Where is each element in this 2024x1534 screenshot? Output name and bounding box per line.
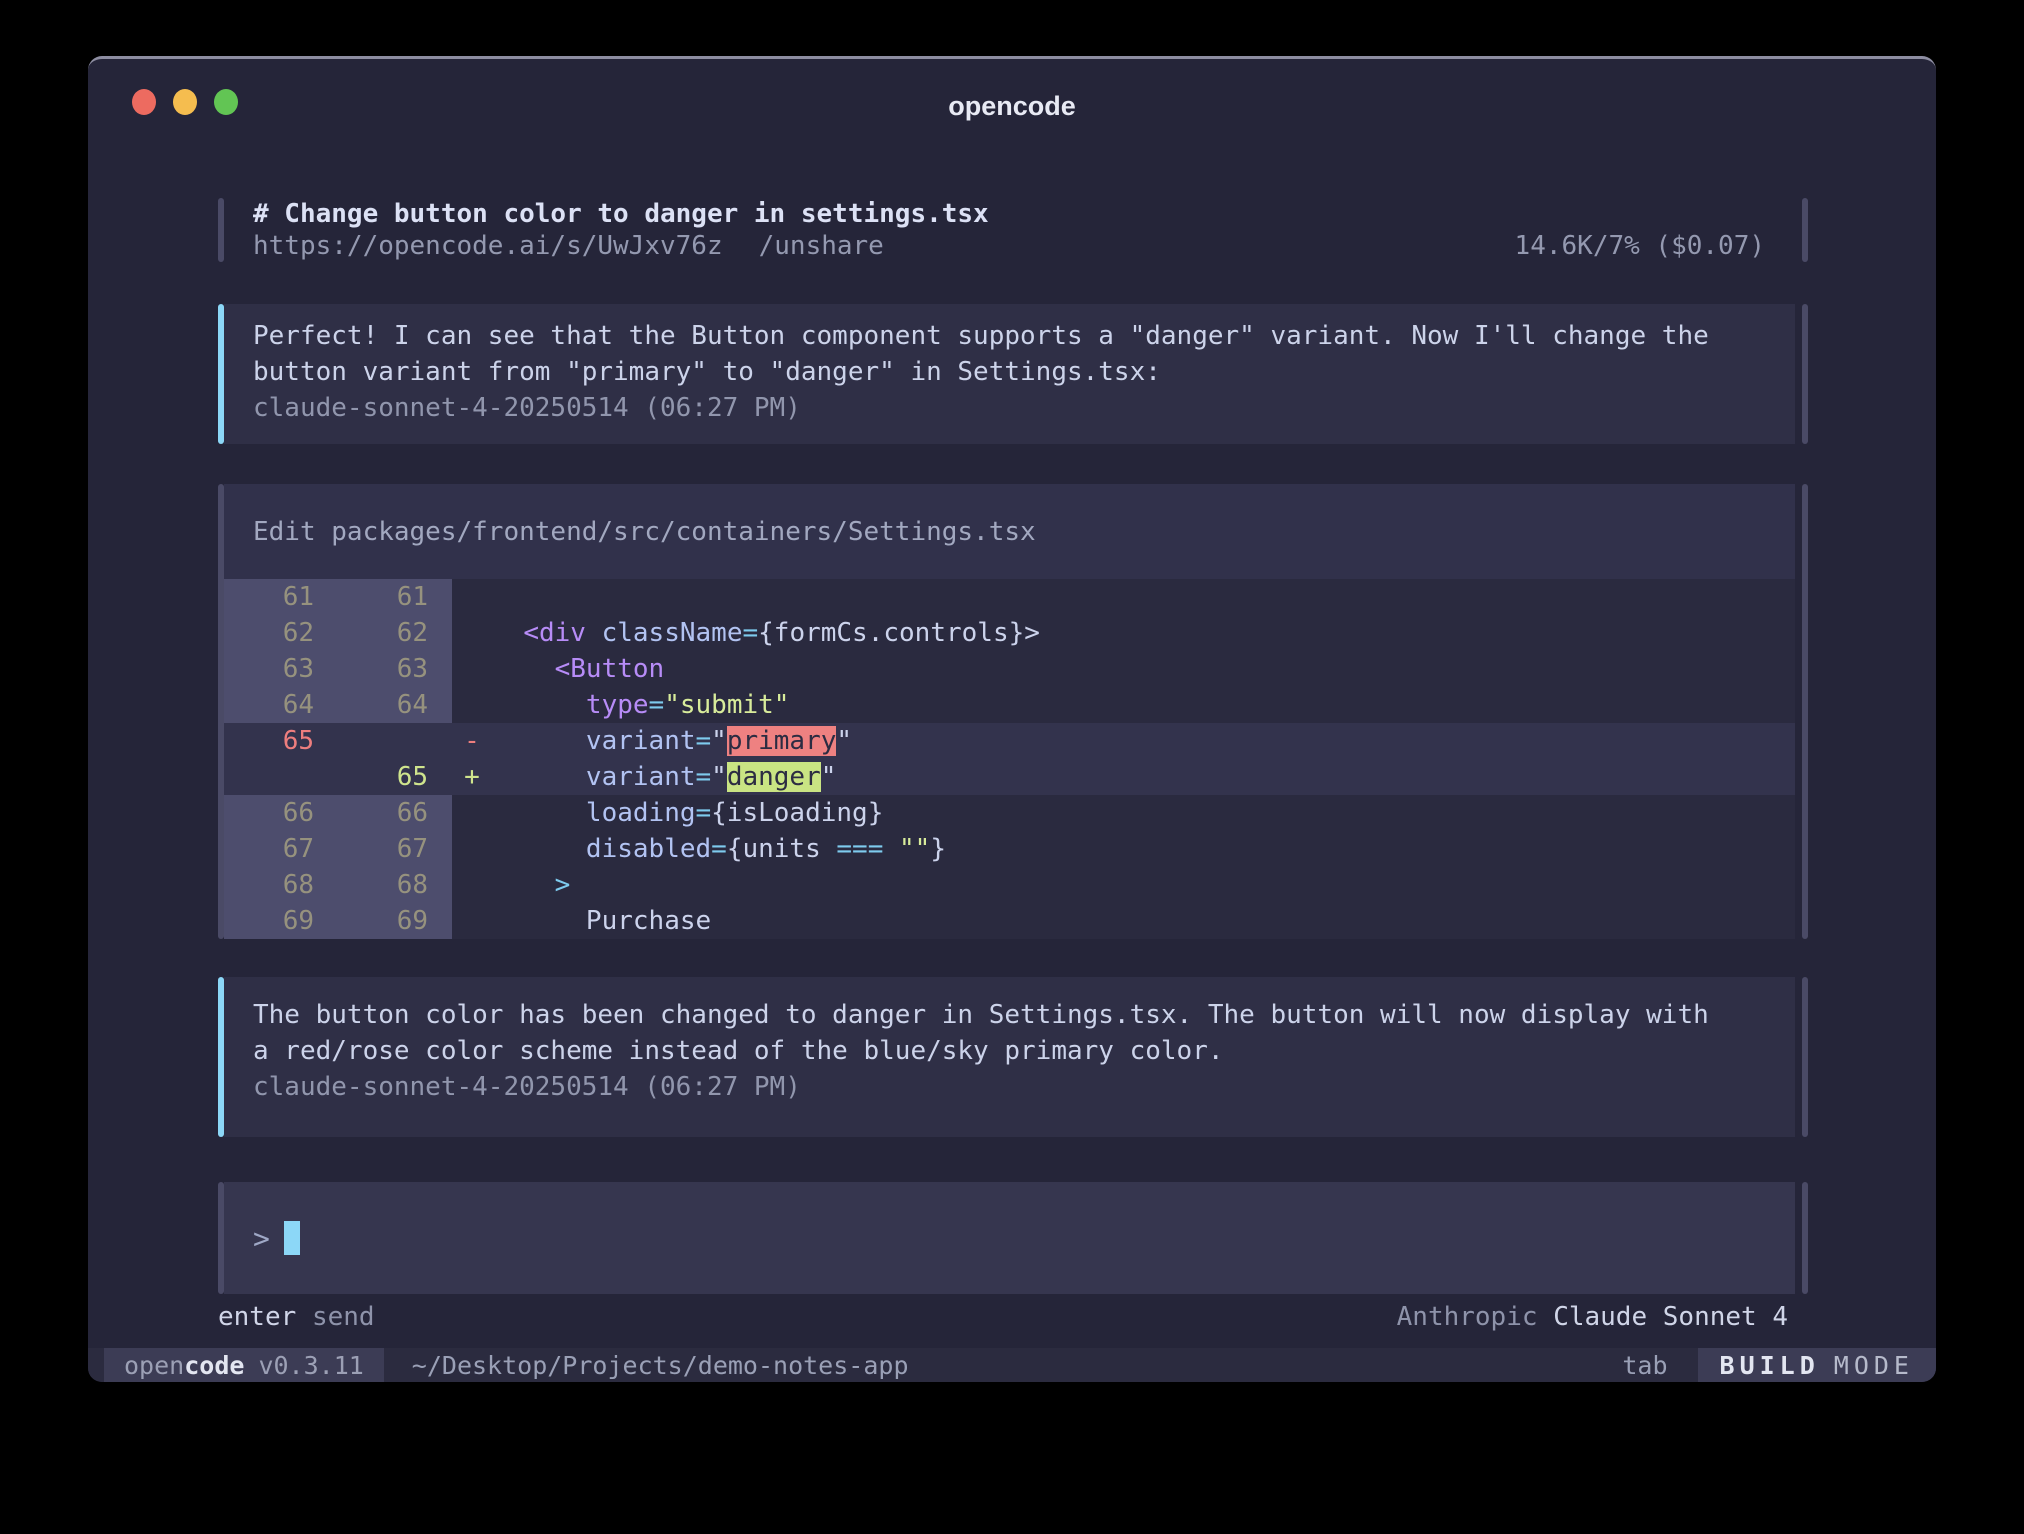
diff-row: 65 - variant="primary" bbox=[224, 723, 1795, 759]
diff-row: 6969 Purchase bbox=[224, 903, 1795, 939]
status-bar: opencode v0.3.11 ~/Desktop/Projects/demo… bbox=[88, 1348, 1936, 1382]
diff-row: 6767 disabled={units === ""} bbox=[224, 831, 1795, 867]
send-hint-key: enter bbox=[218, 1302, 296, 1332]
assistant-message: Perfect! I can see that the Button compo… bbox=[218, 304, 1808, 444]
diff-row: 65+ variant="danger" bbox=[224, 759, 1795, 795]
session-header: # Change button color to danger in setti… bbox=[218, 198, 1808, 262]
diff-code-line: type="submit" bbox=[492, 687, 789, 723]
diff-new-line-number: 63 bbox=[338, 651, 452, 687]
diff-new-line-number: 67 bbox=[338, 831, 452, 867]
text-cursor bbox=[284, 1221, 300, 1255]
diff-code-line: loading={isLoading} bbox=[492, 795, 883, 831]
session-content: # Change button color to danger in setti… bbox=[88, 139, 1936, 1332]
app-name-bold: code bbox=[184, 1351, 244, 1380]
diff-change-marker: - bbox=[452, 723, 492, 759]
diff-row: 6262 <div className={formCs.controls}> bbox=[224, 615, 1795, 651]
send-hint: enter send bbox=[218, 1302, 375, 1332]
diff-code-line: <Button bbox=[492, 651, 664, 687]
diff-code-line: disabled={units === ""} bbox=[492, 831, 946, 867]
diff-code-line: <div className={formCs.controls}> bbox=[492, 615, 1040, 651]
diff-code-line: variant="danger" bbox=[492, 759, 836, 795]
app-window: opencode # Change button color to danger… bbox=[88, 56, 1936, 1382]
model-indicator: Anthropic Claude Sonnet 4 bbox=[1397, 1302, 1788, 1332]
mode-switch-key-hint: tab bbox=[1622, 1351, 1667, 1380]
diff-old-line-number: 68 bbox=[224, 867, 338, 903]
right-border-bar bbox=[1802, 198, 1808, 262]
message-line: button variant from "primary" to "danger… bbox=[253, 354, 1795, 390]
right-border-bar bbox=[1802, 977, 1808, 1137]
prompt-chevron: > bbox=[253, 1222, 270, 1255]
diff-new-line-number: 65 bbox=[338, 759, 452, 795]
diff-old-line-number: 65 bbox=[224, 723, 338, 759]
edit-tool-block: Edit packages/frontend/src/containers/Se… bbox=[218, 484, 1808, 939]
message-line: The button color has been changed to dan… bbox=[253, 997, 1795, 1033]
diff-new-line-number: 62 bbox=[338, 615, 452, 651]
prompt-input[interactable]: > bbox=[224, 1182, 1795, 1294]
diff-new-line-number: 61 bbox=[338, 579, 452, 615]
hints-row: enter send Anthropic Claude Sonnet 4 bbox=[218, 1302, 1808, 1332]
edit-tool-title: Edit packages/frontend/src/containers/Se… bbox=[224, 484, 1795, 579]
titlebar: opencode bbox=[88, 59, 1936, 139]
unshare-link[interactable]: /unshare bbox=[759, 230, 884, 262]
send-hint-label: send bbox=[312, 1302, 375, 1332]
token-usage: 14.6K/7% ($0.07) bbox=[1515, 230, 1765, 262]
diff-new-line-number: 69 bbox=[338, 903, 452, 939]
diff-row: 6666 loading={isLoading} bbox=[224, 795, 1795, 831]
right-border-bar bbox=[1802, 304, 1808, 444]
app-version: v0.3.11 bbox=[258, 1351, 363, 1380]
diff-old-line-number: 63 bbox=[224, 651, 338, 687]
diff-new-line-number: 68 bbox=[338, 867, 452, 903]
diff-old-line-number: 62 bbox=[224, 615, 338, 651]
diff-old-line-number: 69 bbox=[224, 903, 338, 939]
prompt-input-block: > bbox=[218, 1182, 1808, 1294]
message-meta: claude-sonnet-4-20250514 (06:27 PM) bbox=[253, 1069, 1795, 1105]
working-directory: ~/Desktop/Projects/demo-notes-app bbox=[412, 1351, 909, 1380]
message-line: a red/rose color scheme instead of the b… bbox=[253, 1033, 1795, 1069]
diff-change-marker: + bbox=[452, 759, 492, 795]
diff-old-line-number bbox=[224, 759, 338, 795]
window-title: opencode bbox=[88, 91, 1936, 122]
diff-old-line-number: 67 bbox=[224, 831, 338, 867]
diff-table: 61616262 <div className={formCs.controls… bbox=[224, 579, 1795, 939]
app-name-normal: open bbox=[124, 1351, 184, 1380]
app-version-chip: opencode v0.3.11 bbox=[104, 1348, 384, 1382]
model-provider: Anthropic bbox=[1397, 1302, 1538, 1332]
diff-old-line-number: 66 bbox=[224, 795, 338, 831]
mode-chip: BUILD MODE bbox=[1698, 1348, 1936, 1382]
assistant-message: The button color has been changed to dan… bbox=[218, 977, 1808, 1137]
right-border-bar bbox=[1802, 1182, 1808, 1294]
message-line: Perfect! I can see that the Button compo… bbox=[253, 318, 1795, 354]
message-meta: claude-sonnet-4-20250514 (06:27 PM) bbox=[253, 390, 1795, 426]
diff-row: 6464 type="submit" bbox=[224, 687, 1795, 723]
mode-label-rest: MODE bbox=[1834, 1351, 1914, 1380]
diff-code-line: > bbox=[492, 867, 570, 903]
share-url[interactable]: https://opencode.ai/s/UwJxv76z bbox=[253, 230, 723, 262]
diff-old-line-number: 64 bbox=[224, 687, 338, 723]
diff-old-line-number: 61 bbox=[224, 579, 338, 615]
session-title: # Change button color to danger in setti… bbox=[253, 198, 1795, 230]
diff-code-line: Purchase bbox=[492, 903, 711, 939]
diff-code-line: variant="primary" bbox=[492, 723, 852, 759]
diff-row: 6868 > bbox=[224, 867, 1795, 903]
right-border-bar bbox=[1802, 484, 1808, 939]
diff-row: 6161 bbox=[224, 579, 1795, 615]
diff-new-line-number: 64 bbox=[338, 687, 452, 723]
diff-new-line-number bbox=[338, 723, 452, 759]
diff-row: 6363 <Button bbox=[224, 651, 1795, 687]
mode-label-bold: BUILD bbox=[1720, 1351, 1820, 1380]
diff-new-line-number: 66 bbox=[338, 795, 452, 831]
model-name: Claude Sonnet 4 bbox=[1553, 1302, 1788, 1332]
